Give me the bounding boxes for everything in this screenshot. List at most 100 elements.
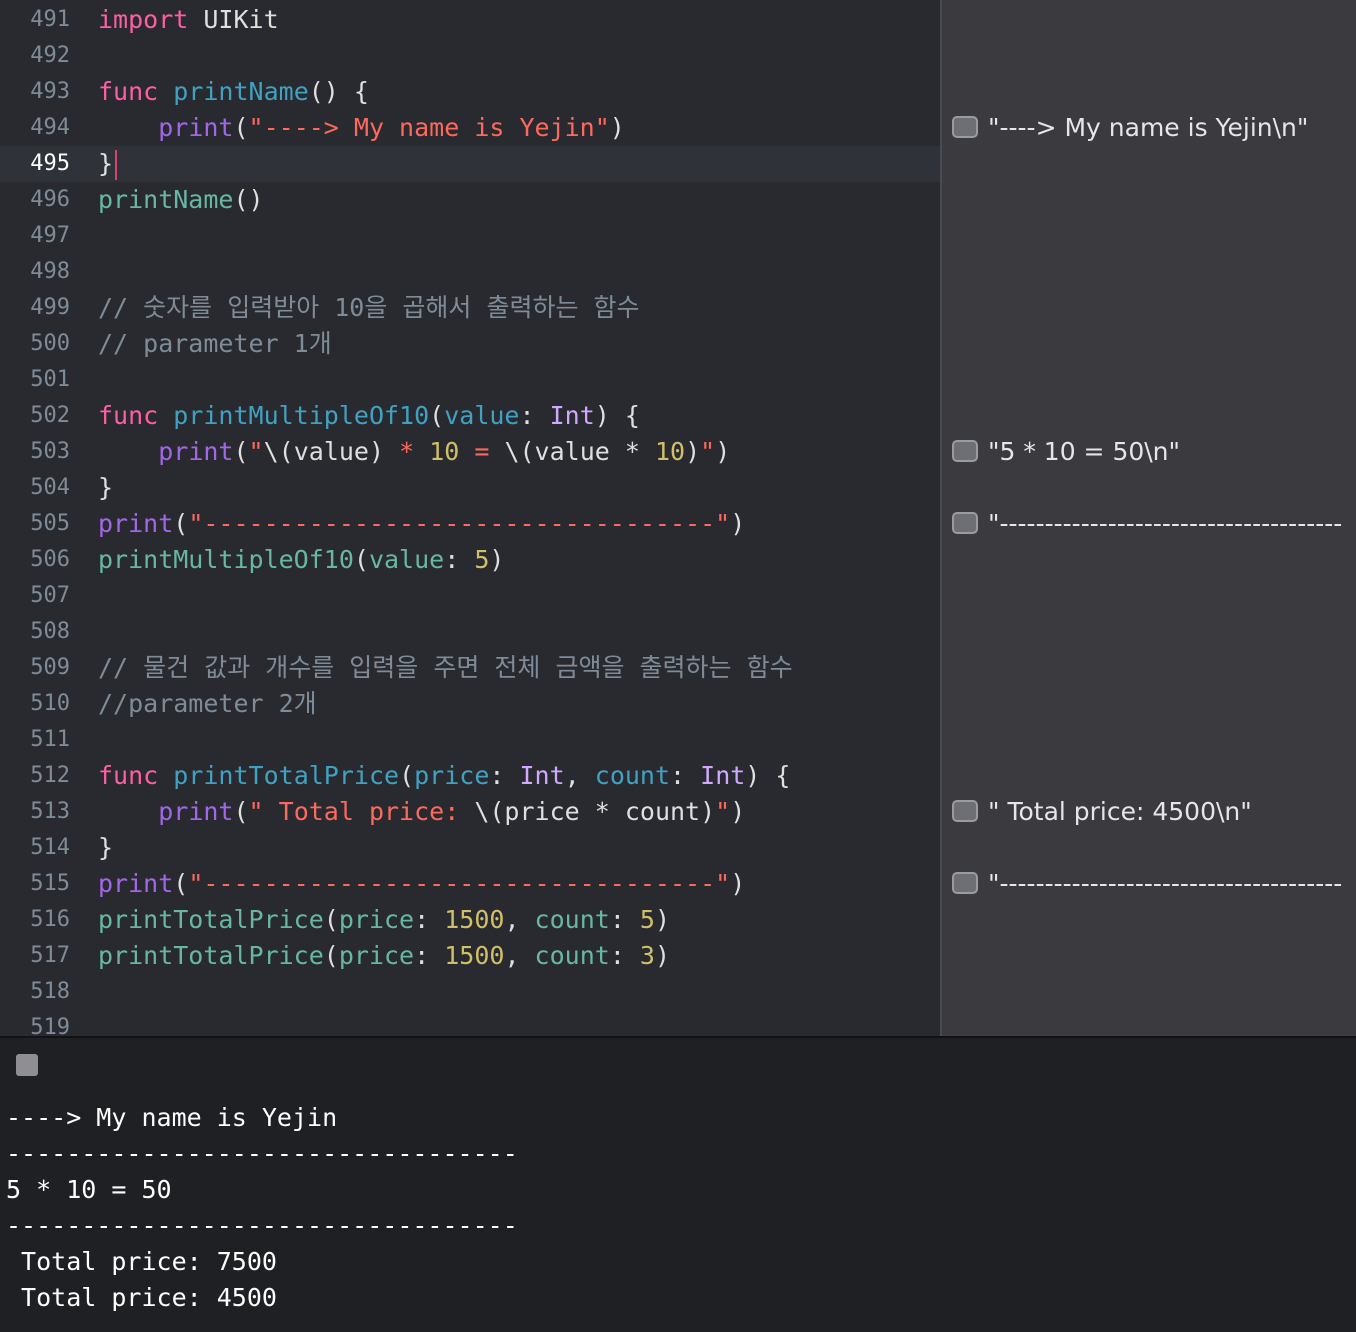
code-line[interactable]: 497 (0, 218, 940, 254)
code-token: " Total price: (248, 797, 475, 826)
code-line[interactable]: 516 printTotalPrice(price: 1500, count: 5… (0, 902, 940, 938)
stop-icon[interactable] (16, 1054, 38, 1076)
console-line: ---------------------------------- (6, 1211, 518, 1240)
quick-look-icon[interactable] (952, 872, 978, 894)
debug-console-toolbar (0, 1036, 1356, 1096)
result-item[interactable]: "----> My name is Yejin\n" (952, 110, 1308, 146)
code-line[interactable]: 505 print("------------------------------… (0, 506, 940, 542)
code-token: , (564, 761, 595, 790)
code-token: : (414, 941, 445, 970)
line-number: 517 (30, 943, 70, 968)
quick-look-icon[interactable] (952, 440, 978, 462)
code-line[interactable]: 506 printMultipleOf10(value: 5) (0, 542, 940, 578)
line-number: 502 (30, 403, 70, 428)
code-token: : (519, 401, 550, 430)
line-number: 507 (30, 583, 70, 608)
code-token: "----------------------------------" (188, 869, 731, 898)
quick-look-icon[interactable] (952, 800, 978, 822)
code-line[interactable]: 499 // 숫자를 입력받아 10을 곱해서 출력하는 함수 (0, 290, 940, 326)
result-text: "-------------------------------------- (988, 509, 1343, 538)
code-line[interactable]: 510 //parameter 2개 (0, 686, 940, 722)
console-line: Total price: 7500 (6, 1247, 277, 1276)
code-text: print("---------------------------------… (98, 506, 745, 542)
code-token: price (338, 941, 415, 970)
code-line[interactable]: 513 print(" Total price: \(price * count… (0, 794, 940, 830)
code-token: 1500 (444, 905, 505, 934)
code-text: import UIKit (98, 2, 279, 38)
code-line[interactable]: 515 print("------------------------------… (0, 866, 940, 902)
code-line[interactable]: 496 printName() (0, 182, 940, 218)
debug-console-output[interactable]: ----> My name is Yejin ------------------… (0, 1094, 1356, 1332)
code-token: "----> My name is Yejin" (248, 113, 610, 142)
code-token: ) { (745, 761, 791, 790)
line-number: 496 (30, 187, 70, 212)
code-token: //parameter 2개 (98, 689, 317, 718)
code-line[interactable]: 502 func printMultipleOf10(value: Int) { (0, 398, 940, 434)
code-line[interactable]: 514} (0, 830, 940, 866)
code-token: " (700, 437, 716, 466)
code-line[interactable]: 493 func printName() { (0, 74, 940, 110)
code-line[interactable]: 498 (0, 254, 940, 290)
code-line[interactable]: 500 // parameter 1개 (0, 326, 940, 362)
code-token: : (609, 905, 640, 934)
result-text: "5 * 10 = 50\n" (988, 437, 1181, 466)
code-text: print("\(value) * 10 = \(value * 10)") (98, 434, 730, 470)
line-number: 493 (30, 79, 70, 104)
code-line[interactable]: 504} (0, 470, 940, 506)
line-number: 494 (30, 115, 70, 140)
code-token: " (715, 797, 731, 826)
results-sidebar: "----> My name is Yejin\n" "5 * 10 = 50\n… (940, 0, 1356, 1036)
code-line[interactable]: 519 (0, 1010, 940, 1036)
code-token: import (98, 5, 189, 34)
result-item[interactable]: "-------------------------------------- (952, 506, 1342, 542)
code-token: value (368, 545, 445, 574)
code-line[interactable]: 517 printTotalPrice(price: 1500, count: 3… (0, 938, 940, 974)
code-token: , (504, 941, 535, 970)
code-line[interactable]: 501 (0, 362, 940, 398)
code-token: ( (353, 545, 369, 574)
code-token: Int (519, 761, 565, 790)
code-token: ( (173, 509, 189, 538)
code-token: : (414, 905, 445, 934)
code-token: \(value) (263, 437, 385, 466)
line-number: 505 (30, 511, 70, 536)
code-line[interactable]: 495} (0, 146, 940, 182)
line-number: 512 (30, 763, 70, 788)
code-token: " (248, 437, 264, 466)
quick-look-icon[interactable] (952, 116, 978, 138)
code-line[interactable]: 508 (0, 614, 940, 650)
line-number: 509 (30, 655, 70, 680)
code-token: 5 (639, 905, 655, 934)
code-line[interactable]: 494 print("----> My name is Yejin") (0, 110, 940, 146)
code-text: printMultipleOf10(value: 5) (98, 542, 504, 578)
code-token: UIKit (188, 5, 279, 34)
code-editor[interactable]: 491 import UIKit 492 493 func printName() {4… (0, 0, 940, 1036)
code-line[interactable]: 503 print("\(value) * 10 = \(value * 10)… (0, 434, 940, 470)
code-token: printTotalPrice (173, 761, 400, 790)
result-text: " Total price: 4500\n" (988, 797, 1252, 826)
quick-look-icon[interactable] (952, 512, 978, 534)
code-line[interactable]: 507 (0, 578, 940, 614)
code-token: print (98, 509, 174, 538)
code-line[interactable]: 511 (0, 722, 940, 758)
console-line: 5 * 10 = 50 (6, 1175, 172, 1204)
line-number: 511 (30, 727, 70, 752)
code-token: ( (323, 941, 339, 970)
code-line[interactable]: 512 func printTotalPrice(price: Int, coun… (0, 758, 940, 794)
line-number: 508 (30, 619, 70, 644)
code-token: print (158, 113, 234, 142)
code-line[interactable]: 509 // 물건 값과 개수를 입력을 주면 전체 금액을 출력하는 함수 (0, 650, 940, 686)
code-text: func printTotalPrice(price: Int, count: … (98, 758, 790, 794)
code-text: func printName() { (98, 74, 369, 110)
code-line[interactable]: 492 (0, 38, 940, 74)
line-number: 515 (30, 871, 70, 896)
code-text: } (98, 830, 113, 866)
result-item[interactable]: " Total price: 4500\n" (952, 794, 1252, 830)
result-item[interactable]: "5 * 10 = 50\n" (952, 434, 1180, 470)
code-line[interactable]: 491 import UIKit (0, 2, 940, 38)
code-line[interactable]: 518 (0, 974, 940, 1010)
result-item[interactable]: "-------------------------------------- (952, 866, 1342, 902)
code-token: = (459, 437, 505, 466)
